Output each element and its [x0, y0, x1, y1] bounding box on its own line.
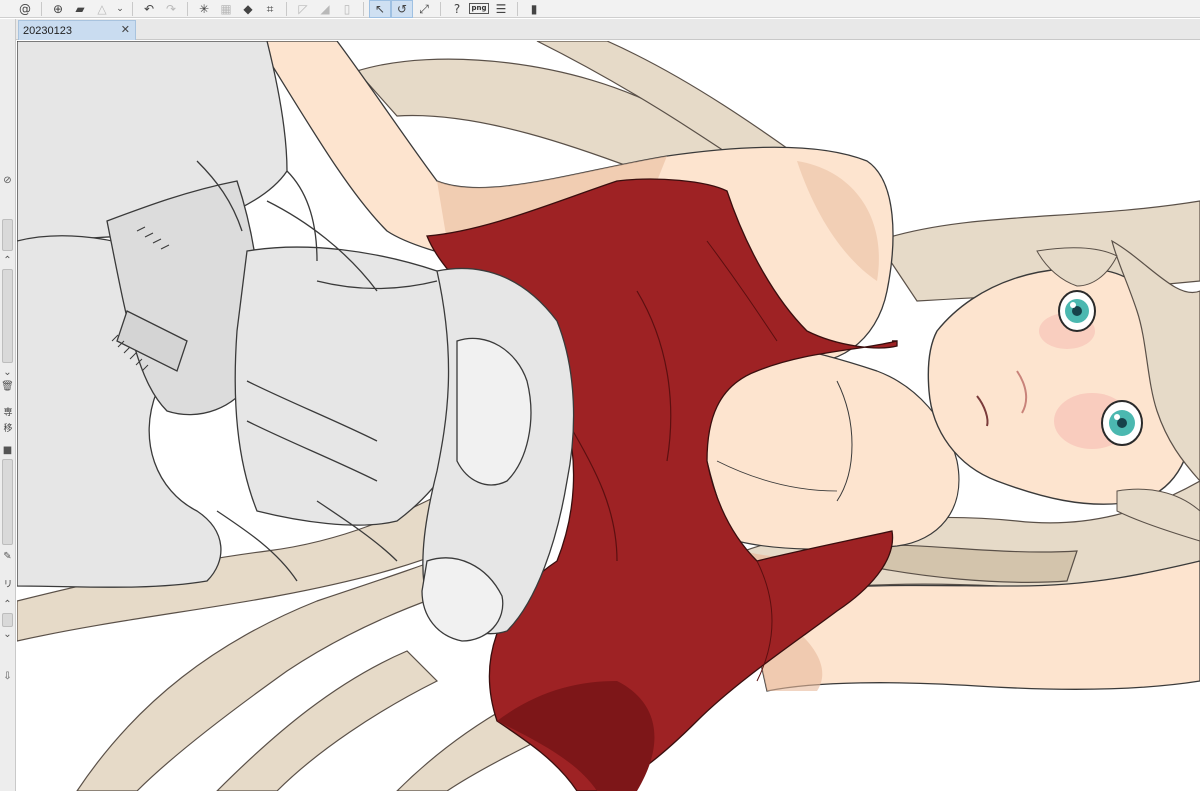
scroll-down-icon[interactable]: ⌄: [0, 365, 15, 379]
right-eye: [1101, 400, 1143, 446]
spiral-icon[interactable]: @: [14, 0, 36, 18]
open-folder-icon[interactable]: ▰: [69, 0, 91, 18]
import-icon[interactable]: ⇩: [0, 669, 15, 683]
panel-scrollbar[interactable]: [2, 459, 13, 545]
strip-label: 移: [3, 423, 13, 433]
lock-icon[interactable]: ■: [0, 443, 15, 457]
drawing-canvas[interactable]: [17, 41, 1200, 791]
warning-icon[interactable]: △: [91, 0, 113, 18]
export-png-icon[interactable]: png: [468, 0, 490, 18]
new-canvas-icon[interactable]: ⊕: [47, 0, 69, 18]
shade-icon[interactable]: ◢: [314, 0, 336, 18]
toolbar-separator: [132, 1, 133, 16]
clip-studio-window: @ ⊕ ▰ △ ⌄ ↶ ↷ ✳ ▦ ◆ ⌗ ◸ ◢ ▯ ↖ ↺ ⤢ ? png …: [0, 0, 1200, 791]
rotate-icon[interactable]: ⤢: [413, 0, 435, 18]
toolbar-separator: [187, 1, 188, 16]
crop-icon[interactable]: ⌗: [259, 0, 281, 18]
help-icon[interactable]: ?: [446, 0, 468, 18]
close-icon[interactable]: ✕: [121, 23, 130, 36]
navigator-icon[interactable]: ⊘: [0, 173, 15, 187]
scroll-down-icon[interactable]: ⌄: [0, 627, 15, 641]
panel-scrollbar[interactable]: [2, 613, 13, 627]
gradient-icon[interactable]: ◸: [292, 0, 314, 18]
toolbar-separator: [286, 1, 287, 16]
scroll-up-icon[interactable]: ⌃: [0, 253, 15, 267]
artwork: [17, 41, 1200, 791]
left-eye: [1058, 290, 1096, 332]
phone-icon[interactable]: ▮: [523, 0, 545, 18]
invert-selection-icon[interactable]: ▦: [215, 0, 237, 18]
fill-icon[interactable]: ◆: [237, 0, 259, 18]
undo-icon[interactable]: ↶: [138, 0, 160, 18]
png-label: png: [469, 3, 489, 14]
blank-icon[interactable]: ▯: [336, 0, 358, 18]
clear-selection-icon[interactable]: ✳: [193, 0, 215, 18]
toolbar-separator: [517, 1, 518, 16]
toolbar-separator: [440, 1, 441, 16]
command-bar: @ ⊕ ▰ △ ⌄ ↶ ↷ ✳ ▦ ◆ ⌗ ◸ ◢ ▯ ↖ ↺ ⤢ ? png …: [0, 0, 1200, 18]
strip-label: リ: [3, 579, 13, 589]
left-panel-strip: ⊘ ⌃ ⌄ 🗑 専 移 ■ ✎ リ ⌃ ⌄ ⇩: [0, 19, 16, 791]
snap-to-ruler-icon[interactable]: ↖: [369, 0, 391, 18]
scroll-up-icon[interactable]: ⌃: [0, 597, 15, 611]
document-tab-title: 20230123: [23, 24, 72, 37]
dropdown-icon[interactable]: ⌄: [113, 0, 127, 18]
layer-icon[interactable]: ☰: [490, 0, 512, 18]
snap-to-special-ruler-icon[interactable]: ↺: [391, 0, 413, 18]
wrench-icon[interactable]: ✎: [0, 549, 15, 563]
toolbar-separator: [41, 1, 42, 16]
strip-label: 専: [3, 407, 13, 417]
panel-scrollbar[interactable]: [2, 269, 13, 363]
panel-scrollbar[interactable]: [2, 219, 13, 251]
document-tab-bar: 20230123 ✕: [16, 19, 1200, 40]
redo-icon[interactable]: ↷: [160, 0, 182, 18]
document-tab[interactable]: 20230123 ✕: [18, 20, 136, 40]
trash-icon[interactable]: 🗑: [0, 379, 15, 393]
toolbar-separator: [363, 1, 364, 16]
